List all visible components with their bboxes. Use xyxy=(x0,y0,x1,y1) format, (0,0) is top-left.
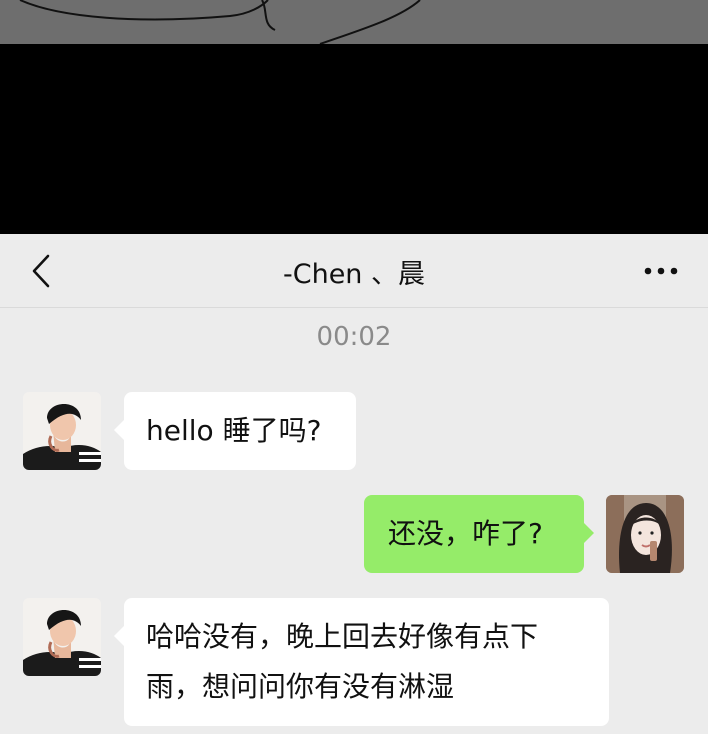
incoming-message-bubble[interactable]: hello 睡了吗? xyxy=(114,392,356,470)
message-text: 还没，咋了? xyxy=(388,517,543,550)
chat-title: -Chen 、晨 xyxy=(282,258,425,290)
black-band xyxy=(0,44,708,234)
outgoing-message-bubble[interactable]: 还没，咋了? xyxy=(364,495,594,573)
message-text-line: 雨，想问问你有没有淋湿 xyxy=(146,670,455,703)
back-button[interactable] xyxy=(18,248,64,294)
chevron-left-icon xyxy=(32,254,50,288)
message-text: hello 睡了吗? xyxy=(146,414,322,447)
more-dots-icon xyxy=(644,267,678,275)
male-portrait-avatar-icon xyxy=(23,598,101,676)
incoming-message-bubble[interactable]: 哈哈没有，晚上回去好像有点下 雨，想问问你有没有淋湿 xyxy=(114,598,609,726)
message-text-line: 哈哈没有，晚上回去好像有点下 xyxy=(146,620,539,653)
contact-avatar[interactable] xyxy=(23,598,101,676)
sketch-lines-image xyxy=(19,0,421,44)
female-portrait-avatar-icon xyxy=(606,495,684,573)
more-button[interactable] xyxy=(634,248,688,294)
male-portrait-avatar-icon xyxy=(23,392,101,470)
message-timestamp: 00:02 xyxy=(316,322,392,352)
contact-avatar[interactable] xyxy=(23,392,101,470)
top-photo-strip xyxy=(0,0,708,44)
self-avatar[interactable] xyxy=(606,495,684,573)
chat-header: -Chen 、晨 xyxy=(0,234,708,308)
